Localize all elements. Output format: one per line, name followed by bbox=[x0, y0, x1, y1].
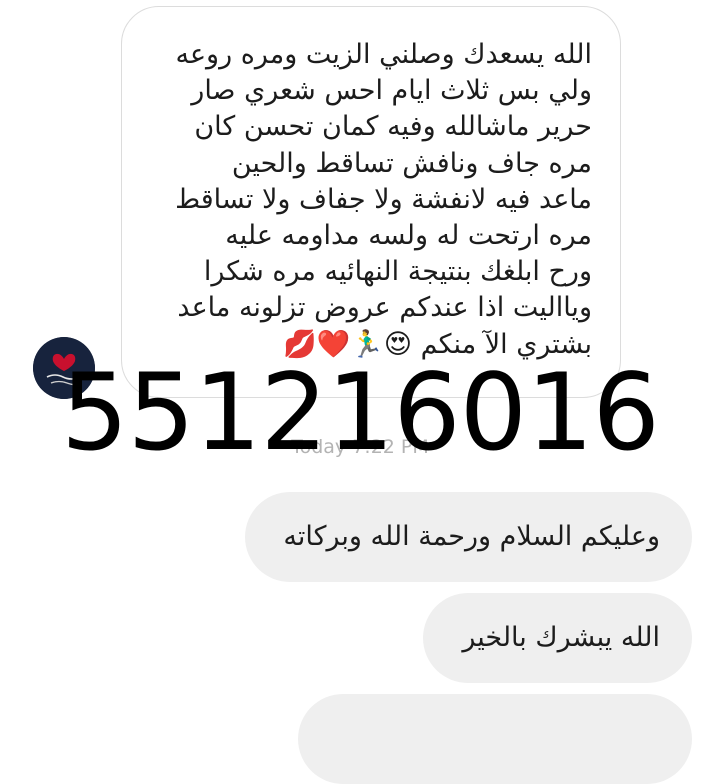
phone-number-watermark: 551216016 bbox=[61, 351, 660, 474]
outgoing-message-bubble[interactable]: وعليكم السلام ورحمة الله وبركاته bbox=[245, 492, 692, 582]
outgoing-message-text: وعليكم السلام ورحمة الله وبركاته bbox=[283, 521, 660, 552]
outgoing-message-text: الله يبشرك بالخير bbox=[462, 622, 660, 653]
outgoing-message-bubble[interactable]: الله يبشرك بالخير bbox=[423, 593, 692, 683]
chat-thread[interactable]: الله يسعدك وصلني الزيت ومره روعه ولي بس … bbox=[0, 0, 720, 784]
incoming-message-bubble[interactable]: الله يسعدك وصلني الزيت ومره روعه ولي بس … bbox=[121, 6, 621, 398]
outgoing-message-bubble[interactable] bbox=[298, 694, 692, 784]
incoming-message-text: الله يسعدك وصلني الزيت ومره روعه ولي بس … bbox=[175, 39, 592, 360]
